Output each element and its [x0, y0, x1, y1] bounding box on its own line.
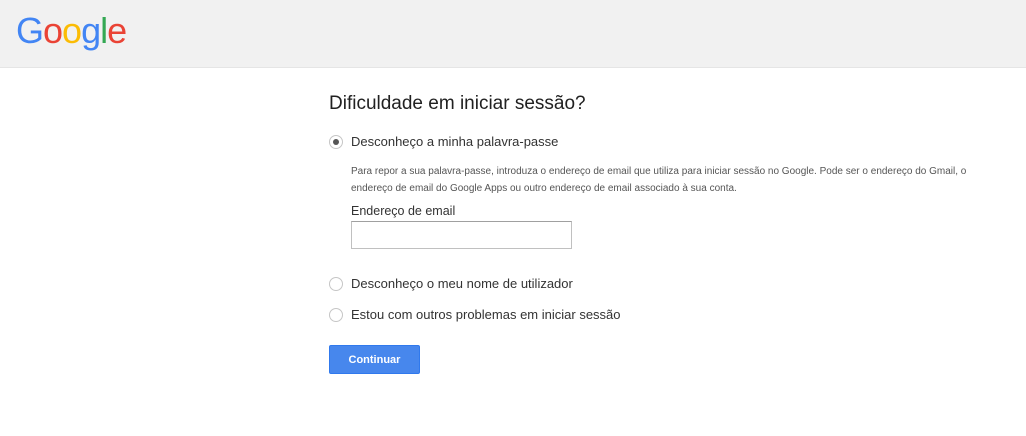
email-input[interactable] — [351, 221, 572, 249]
option-label: Desconheço o meu nome de utilizador — [351, 276, 573, 291]
header-bar: Google — [0, 0, 1026, 68]
google-logo[interactable]: Google — [16, 9, 127, 53]
option-forgot-username[interactable]: Desconheço o meu nome de utilizador — [329, 276, 573, 292]
radio-forgot-username[interactable] — [329, 277, 343, 291]
radio-forgot-password[interactable] — [329, 135, 343, 149]
logo-letter: g — [81, 10, 101, 51]
logo-letter: l — [100, 10, 108, 51]
option-label: Desconheço a minha palavra-passe — [351, 134, 559, 149]
logo-letter: e — [107, 10, 127, 51]
logo-letter: G — [16, 10, 44, 51]
page-title: Dificuldade em iniciar sessão? — [329, 93, 586, 114]
option-label: Estou com outros problemas em iniciar se… — [351, 307, 621, 322]
option-other-problems[interactable]: Estou com outros problemas em iniciar se… — [329, 307, 621, 323]
logo-letter: o — [43, 10, 63, 51]
radio-other-problems[interactable] — [329, 308, 343, 322]
help-text: Para repor a sua palavra-passe, introduz… — [351, 166, 967, 194]
continue-button[interactable]: Continuar — [329, 345, 420, 374]
email-label: Endereço de email — [351, 204, 456, 218]
logo-letter: o — [62, 10, 82, 51]
recovery-form: Dificuldade em iniciar sessão? Desconheç… — [329, 90, 989, 374]
option-forgot-password[interactable]: Desconheço a minha palavra-passe — [329, 134, 558, 150]
